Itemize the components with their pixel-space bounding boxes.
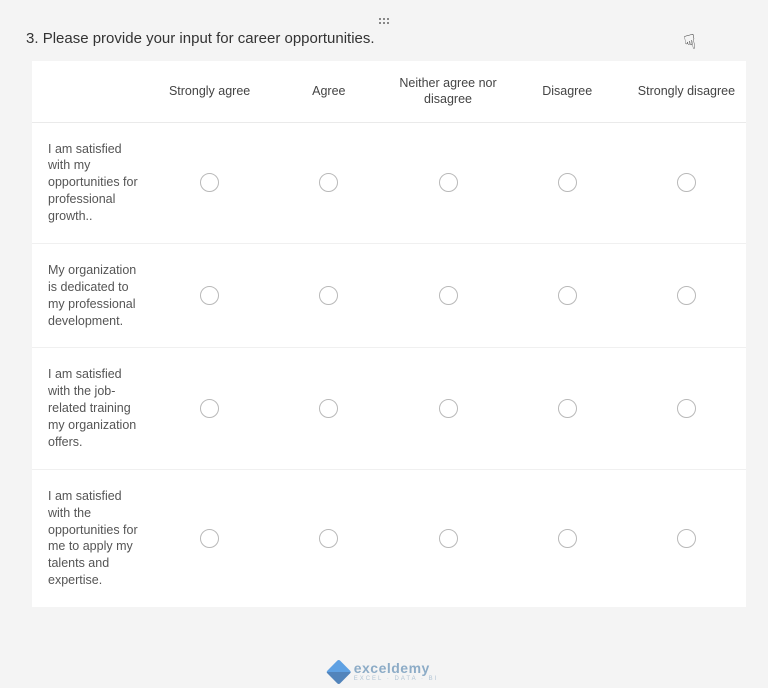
matrix-row: My organization is dedicated to my profe… <box>32 244 746 349</box>
radio-option[interactable] <box>200 286 219 305</box>
watermark: exceldemy EXCEL · DATA · BI <box>330 661 439 682</box>
question-title: 3. Please provide your input for career … <box>18 28 750 61</box>
col-header: Agree <box>269 69 388 113</box>
radio-option[interactable] <box>439 529 458 548</box>
matrix-row: I am satisfied with the job-related trai… <box>32 348 746 469</box>
question-number: 3. <box>26 30 39 47</box>
radio-option[interactable] <box>677 399 696 418</box>
radio-option[interactable] <box>439 286 458 305</box>
row-label: My organization is dedicated to my profe… <box>32 244 150 348</box>
matrix-row: I am satisfied with my opportunities for… <box>32 123 746 244</box>
watermark-logo-icon <box>326 659 351 684</box>
row-label: I am satisfied with my opportunities for… <box>32 123 150 243</box>
likert-matrix: Strongly agree Agree Neither agree nor d… <box>32 61 746 607</box>
radio-option[interactable] <box>319 529 338 548</box>
radio-option[interactable] <box>677 286 696 305</box>
question-text: Please provide your input for career opp… <box>43 30 375 47</box>
radio-option[interactable] <box>200 529 219 548</box>
radio-option[interactable] <box>439 173 458 192</box>
col-header: Strongly agree <box>150 69 269 113</box>
radio-option[interactable] <box>677 173 696 192</box>
drag-handle-icon[interactable] <box>18 12 750 28</box>
radio-option[interactable] <box>558 529 577 548</box>
radio-option[interactable] <box>200 399 219 418</box>
radio-option[interactable] <box>439 399 458 418</box>
watermark-brand: exceldemy <box>354 661 439 675</box>
col-header: Neither agree nor disagree <box>388 61 507 122</box>
radio-option[interactable] <box>200 173 219 192</box>
radio-option[interactable] <box>558 173 577 192</box>
col-header: Disagree <box>508 69 627 113</box>
radio-option[interactable] <box>677 529 696 548</box>
radio-option[interactable] <box>558 399 577 418</box>
header-stub <box>32 77 150 105</box>
radio-option[interactable] <box>319 286 338 305</box>
row-label: I am satisfied with the job-related trai… <box>32 348 150 468</box>
matrix-row: I am satisfied with the opportunities fo… <box>32 470 746 607</box>
row-label: I am satisfied with the opportunities fo… <box>32 470 150 607</box>
radio-option[interactable] <box>319 173 338 192</box>
radio-option[interactable] <box>319 399 338 418</box>
matrix-header-row: Strongly agree Agree Neither agree nor d… <box>32 61 746 123</box>
watermark-tagline: EXCEL · DATA · BI <box>354 676 439 682</box>
col-header: Strongly disagree <box>627 69 746 113</box>
radio-option[interactable] <box>558 286 577 305</box>
